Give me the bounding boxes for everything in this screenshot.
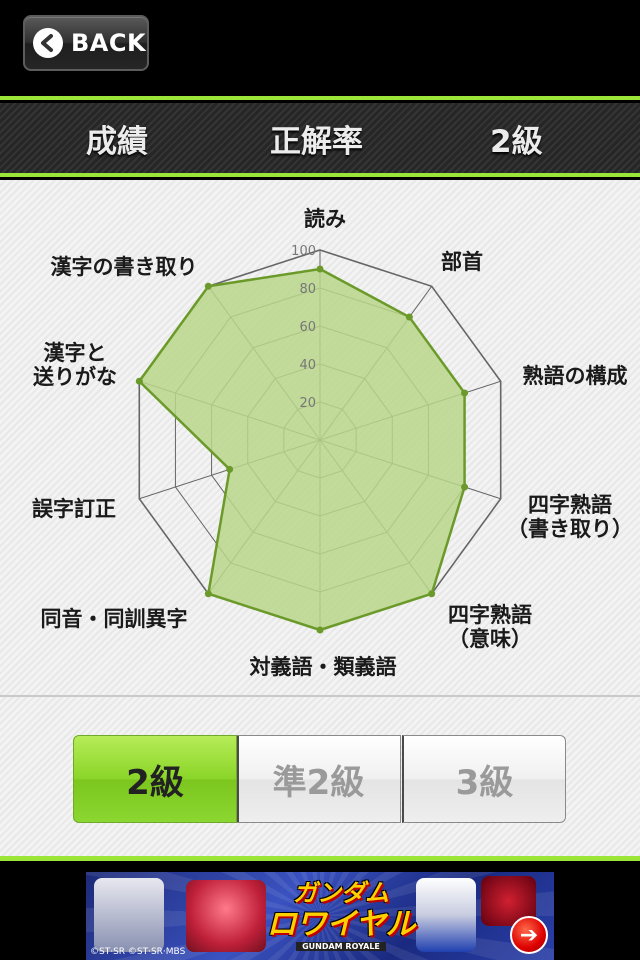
tab-level-pre-2-label: 準2級	[272, 762, 365, 803]
header-bar: 成績 正解率 2級	[0, 103, 640, 173]
radar-tick-label-60: 60	[299, 320, 316, 335]
radar-axis-label-3: 四字熟語（書き取り）	[507, 493, 633, 541]
radar-data-point-7	[226, 465, 234, 473]
header-top-divider	[0, 96, 640, 100]
arrow-right-icon[interactable]: ➔	[510, 916, 548, 954]
tab-level-3[interactable]: 3級	[402, 735, 566, 823]
banner-robot-blue-image	[416, 878, 476, 952]
radar-axis-label-8: 漢字と送りがな	[33, 341, 117, 389]
radar-chart: 20 40 60 80 100 読み部首熟語の構成四字熟語（書き取り） 四字熟語（意味） 対義…	[32, 207, 633, 679]
tab-level-3-label: 3級	[455, 762, 514, 803]
header-bottom-divider	[0, 173, 640, 177]
radar-data-point-8	[135, 377, 143, 385]
header-title-results: 成績	[86, 123, 148, 160]
header-title-accuracy: 正解率	[270, 123, 363, 160]
radar-tick-label-80: 80	[299, 282, 316, 297]
banner-subtitle: GUNDAM ROYALE	[296, 942, 386, 951]
radar-data-point-6	[204, 590, 212, 598]
back-arrow-icon	[33, 28, 63, 58]
banner-robot-white-image	[94, 878, 164, 952]
radar-axis-label-1: 部首	[441, 250, 483, 274]
tab-level-pre-2[interactable]: 準2級	[237, 735, 401, 823]
banner-logo: ガンダム ロワイヤル GUNDAM ROYALE	[266, 878, 416, 951]
footer-divider	[0, 856, 640, 861]
radar-data-point-9	[204, 282, 212, 290]
radar-axis-label-6: 同音・同訓異字	[41, 607, 188, 631]
radar-chart-area: 20 40 60 80 100 読み部首熟語の構成四字熟語（書き取り） 四字熟語（意味） 対義…	[0, 180, 640, 695]
top-bar: BACK	[0, 0, 640, 96]
banner-title-line2: ロワイヤル	[266, 907, 416, 942]
radar-data-point-1	[405, 313, 413, 321]
radar-axis-label-7: 誤字訂正	[32, 497, 116, 521]
radar-tick-label-100: 100	[291, 244, 316, 259]
radar-axis-label-0: 読み	[304, 207, 346, 231]
ad-banner[interactable]: ガンダム ロワイヤル GUNDAM ROYALE ©ST·SR ©ST·SR·M…	[86, 872, 554, 960]
header-level: 2級	[490, 123, 543, 160]
radar-data-point-0	[316, 265, 324, 273]
radar-axis-label-2: 熟語の構成	[523, 364, 628, 388]
banner-robot-red-image	[186, 880, 266, 952]
banner-copyright: ©ST·SR ©ST·SR·MBS	[90, 947, 186, 957]
radar-data-point-5	[316, 626, 324, 634]
radar-data-point-4	[428, 590, 436, 598]
radar-tick-label-40: 40	[299, 358, 316, 373]
radar-data-point-2	[461, 389, 469, 397]
radar-axis-label-4: 四字熟語（意味）	[448, 603, 532, 651]
back-button[interactable]: BACK	[23, 15, 149, 71]
radar-data-point-3	[461, 483, 469, 491]
radar-axis-label-9: 漢字の書き取り	[51, 255, 198, 279]
back-button-label: BACK	[71, 29, 147, 57]
radar-axis-label-5: 対義語・類義語	[250, 655, 397, 679]
radar-tick-label-20: 20	[299, 396, 316, 411]
banner-title-line1: ガンダム	[293, 879, 389, 907]
tab-level-2[interactable]: 2級	[73, 735, 237, 823]
tab-level-2-label: 2級	[126, 762, 184, 803]
